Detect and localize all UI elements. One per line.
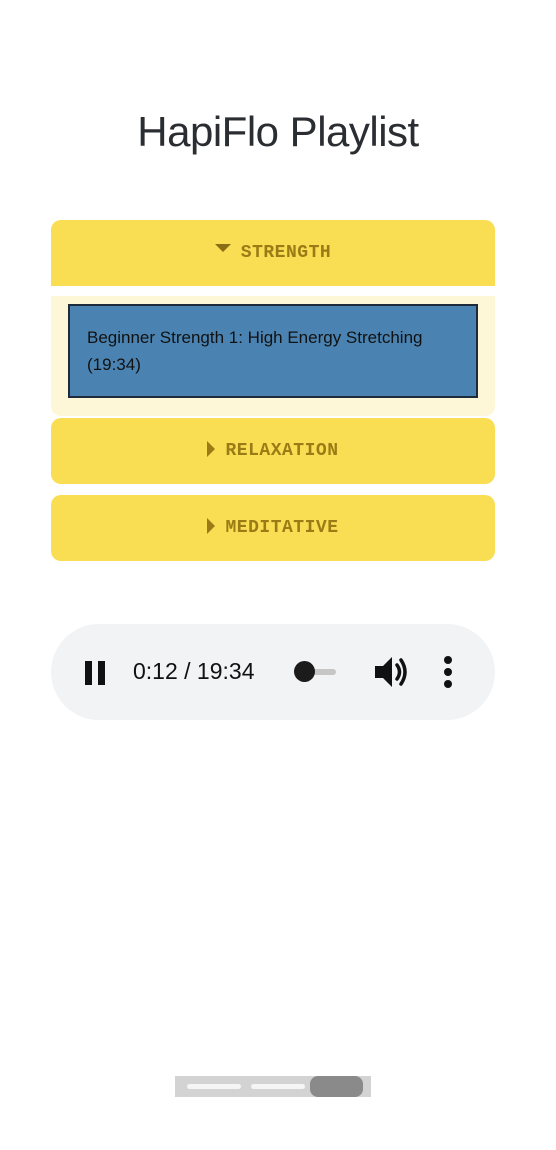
section-label: MEDITATIVE	[225, 518, 339, 538]
scrollbar-segment	[187, 1084, 241, 1089]
pause-icon-bar	[98, 661, 105, 685]
audio-player: 0:12 / 19:34	[51, 624, 495, 720]
horizontal-scrollbar[interactable]	[175, 1076, 371, 1097]
track-title: Beginner Strength 1: High Energy Stretch…	[87, 328, 423, 374]
section-relaxation: RELAXATION	[51, 418, 495, 484]
section-header-strength[interactable]: STRENGTH	[51, 220, 495, 286]
time-display: 0:12 / 19:34	[133, 658, 255, 684]
scrollbar-thumb[interactable]	[310, 1076, 363, 1097]
section-meditative: MEDITATIVE	[51, 495, 495, 561]
more-options-button[interactable]	[441, 656, 455, 688]
scrollbar-segment	[251, 1084, 305, 1089]
playlist-page: HapiFlo Playlist STRENGTH Beginner Stren…	[0, 0, 556, 1150]
more-vert-icon-dot	[444, 668, 452, 676]
page-title: HapiFlo Playlist	[137, 108, 419, 155]
progress-slider[interactable]	[294, 661, 336, 682]
track-item[interactable]: Beginner Strength 1: High Energy Stretch…	[68, 304, 478, 398]
pause-icon	[85, 661, 92, 685]
section-strength: STRENGTH Beginner Strength 1: High Energ…	[51, 220, 495, 416]
caret-down-icon	[214, 244, 231, 252]
volume-button[interactable]	[373, 654, 411, 690]
progress-knob[interactable]	[294, 661, 316, 682]
pause-button[interactable]	[83, 659, 109, 685]
more-vert-icon-dot	[444, 680, 452, 688]
section-label: RELAXATION	[225, 441, 339, 461]
caret-right-icon	[207, 518, 216, 534]
section-header-relaxation[interactable]: RELAXATION	[51, 418, 495, 484]
more-vert-icon	[444, 656, 452, 664]
section-header-meditative[interactable]: MEDITATIVE	[51, 495, 495, 561]
section-label: STRENGTH	[240, 243, 332, 263]
section-body-strength: Beginner Strength 1: High Energy Stretch…	[51, 296, 495, 416]
volume-icon	[375, 657, 407, 687]
caret-right-icon	[207, 441, 216, 457]
